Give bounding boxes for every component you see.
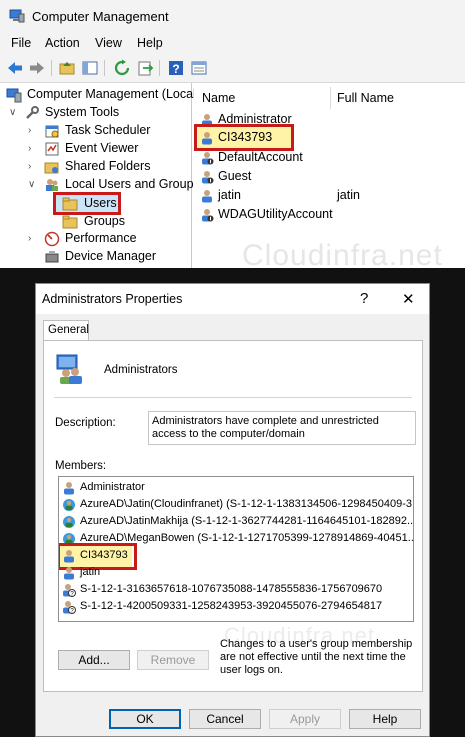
azure-user-icon [63,516,75,528]
forward-arrow-icon[interactable] [28,59,46,77]
chevron-right-icon[interactable]: › [28,125,31,136]
list-item[interactable]: Guest [218,169,251,183]
title-bar: Computer Management [0,0,465,32]
computer-management-app-icon [9,9,25,23]
description-field[interactable]: Administrators have complete and unrestr… [148,411,416,445]
tree-task-scheduler[interactable]: Task Scheduler [65,123,150,137]
tree-device-manager[interactable]: Device Manager [65,249,156,263]
toolbar-separator [51,60,52,76]
administrators-properties-dialog: Administrators Properties ? ✕ General Ad… [35,283,430,737]
group-icon [56,354,82,384]
help-button[interactable]: Help [349,709,421,729]
list-item-full-name: jatin [337,188,360,202]
member-name: Administrator [80,481,145,493]
tab-general[interactable]: General [43,320,89,341]
list-item[interactable]: jatin [218,188,241,202]
export-list-icon[interactable] [136,59,154,77]
event-viewer-icon [45,142,59,156]
chevron-down-icon[interactable]: ∨ [28,179,35,190]
chevron-right-icon[interactable]: › [28,233,31,244]
task-scheduler-icon [45,125,59,138]
member-name: AzureAD\JatinMakhija (S-1-12-1-362774428… [80,515,414,527]
user-icon [64,567,74,580]
computer-management-icon [6,88,22,103]
menu-action[interactable]: Action [45,36,80,50]
unknown-user-icon: ? [63,601,76,614]
tab-label: General [48,324,89,336]
show-hide-console-tree-icon[interactable] [81,59,99,77]
list-item[interactable]: WDAGUtilityAccount [218,207,333,221]
member-name: AzureAD\Jatin(Cloudinfranet) (S-1-12-1-1… [80,498,414,510]
dialog-title-bar: Administrators Properties ? ✕ [36,284,429,314]
cancel-button[interactable]: Cancel [189,709,261,729]
menu-help[interactable]: Help [137,36,163,50]
local-users-groups-icon [46,179,58,191]
member-name: S-1-12-1-4200509331-1258243953-392045507… [80,600,383,612]
window-title: Computer Management [32,9,169,24]
menu-file[interactable]: File [11,36,31,50]
member-name: S-1-12-1-3163657618-1076735088-147855583… [80,583,383,595]
user-disabled-icon [202,171,214,184]
toolbar: ? [0,54,465,83]
users-list-view: Name Full Name Cloudinfra.net Administra… [194,83,465,268]
tree-local-users-groups[interactable]: Local Users and Groups [65,177,200,191]
help-icon[interactable]: ? [167,59,185,77]
folder-icon [62,215,78,229]
close-icon[interactable]: ✕ [402,290,415,308]
menu-view[interactable]: View [95,36,122,50]
user-disabled-icon [202,209,214,222]
highlight-box-users [53,192,121,215]
column-divider[interactable] [330,87,331,109]
toolbar-separator [159,60,160,76]
dialog-title: Administrators Properties [42,292,183,306]
menu-bar: File Action View Help [0,32,465,54]
tree-event-viewer[interactable]: Event Viewer [65,141,138,155]
ok-button[interactable]: OK [109,709,181,729]
description-value: Administrators have complete and unrestr… [152,415,379,440]
divider [54,397,412,398]
membership-note: Changes to a user's group membership are… [220,638,413,676]
user-icon [64,482,74,495]
tree-root[interactable]: Computer Management (Local [27,87,196,101]
shared-folders-icon [44,162,59,174]
chevron-down-icon[interactable]: ∨ [9,107,16,118]
refresh-icon[interactable] [113,59,131,77]
azure-user-icon [63,499,75,511]
members-list[interactable]: Administrator AzureAD\Jatin(Cloudinfrane… [58,476,414,622]
add-button[interactable]: Add... [58,650,130,670]
tree-performance[interactable]: Performance [65,231,137,245]
chevron-right-icon[interactable]: › [28,143,31,154]
column-header-full-name[interactable]: Full Name [337,91,394,105]
user-icon [202,190,212,203]
up-folder-icon[interactable] [58,59,76,77]
remove-button[interactable]: Remove [137,650,209,670]
tree-shared-folders[interactable]: Shared Folders [65,159,150,173]
member-name: jatin [80,566,101,578]
properties-icon[interactable] [190,59,208,77]
unknown-user-icon: ? [63,584,76,597]
performance-icon [44,231,60,247]
chevron-right-icon[interactable]: › [28,161,31,172]
column-header-name[interactable]: Name [202,91,235,105]
back-arrow-icon[interactable] [6,59,24,77]
console-tree: Computer Management (Local ∨ System Tool… [0,83,200,268]
svg-text:?: ? [172,62,179,76]
computer-management-window: Computer Management File Action View Hel… [0,0,465,268]
general-tab-panel: Administrators Description: Administrato… [43,340,423,692]
device-manager-icon [45,251,59,263]
user-disabled-icon [202,152,214,165]
description-label: Description: [55,417,116,429]
apply-button[interactable]: Apply [269,709,341,729]
highlight-box-ci343793 [194,124,294,151]
group-name: Administrators [104,364,178,376]
members-label: Members: [55,460,107,472]
toolbar-separator [104,60,105,76]
watermark: Cloudinfra.net [242,239,443,268]
tree-groups[interactable]: Groups [84,214,125,228]
help-title-button[interactable]: ? [360,290,368,307]
system-tools-icon [26,106,39,119]
tree-system-tools[interactable]: System Tools [45,105,119,119]
list-item[interactable]: DefaultAccount [218,150,303,164]
